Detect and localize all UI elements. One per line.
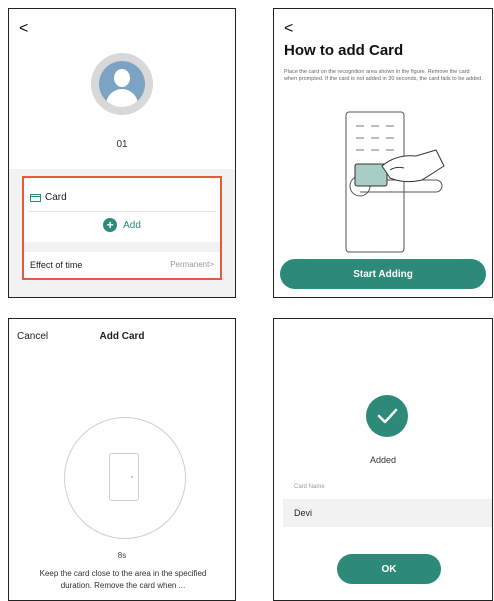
user-icon bbox=[99, 61, 145, 107]
card-name-input[interactable] bbox=[283, 499, 492, 527]
effect-of-time-row[interactable]: Effect of time Permanent> bbox=[30, 260, 214, 270]
back-icon[interactable]: < bbox=[19, 21, 28, 37]
effect-label: Effect of time bbox=[30, 260, 83, 270]
card-icon bbox=[30, 193, 41, 202]
card-added-screen: Added Card Name OK bbox=[273, 318, 493, 601]
card-label: Card bbox=[45, 192, 67, 203]
add-card-button[interactable]: + Add bbox=[24, 218, 220, 232]
ok-button[interactable]: OK bbox=[337, 554, 441, 584]
plus-icon: + bbox=[103, 218, 118, 232]
card-settings-screen: < 01 Card + Add Effect of time Permanent… bbox=[8, 8, 236, 298]
card-name-label: Card Name bbox=[294, 484, 325, 490]
check-icon bbox=[366, 395, 408, 437]
user-name: 01 bbox=[116, 139, 128, 150]
lock-illustration bbox=[345, 111, 445, 253]
door-icon bbox=[109, 453, 139, 501]
avatar bbox=[91, 53, 153, 115]
add-label: Add bbox=[123, 219, 141, 231]
card-header: Card bbox=[30, 192, 67, 203]
profile-area: < 01 bbox=[9, 9, 235, 169]
status-text: Added bbox=[369, 455, 397, 465]
how-to-add-card-screen: < How to add Card Place the card on the … bbox=[273, 8, 493, 298]
instruction-text: Keep the card close to the area in the s… bbox=[39, 569, 207, 590]
card-section: Card + Add Effect of time Permanent> bbox=[22, 176, 222, 280]
page-title: Add Card bbox=[99, 331, 145, 342]
add-card-screen: Cancel Add Card 8s Keep the card close t… bbox=[8, 318, 236, 601]
page-title: How to add Card bbox=[284, 42, 404, 59]
countdown-timer: 8s bbox=[117, 551, 127, 560]
recognition-area bbox=[64, 417, 186, 539]
effect-value: Permanent> bbox=[170, 260, 214, 269]
start-adding-button[interactable]: Start Adding bbox=[280, 259, 486, 289]
instruction-text: Place the card on the recognition area s… bbox=[284, 69, 483, 82]
back-icon[interactable]: < bbox=[284, 21, 293, 37]
